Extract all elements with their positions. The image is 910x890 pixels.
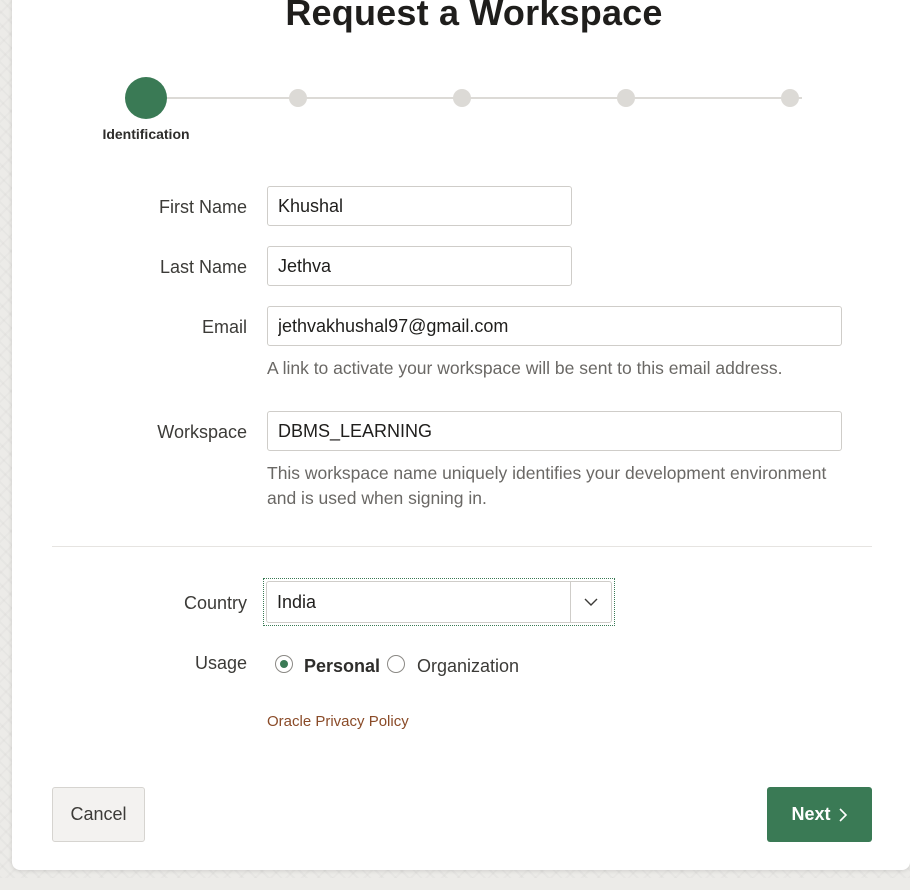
workspace-help-line-1: This workspace name uniquely identifies … [267, 463, 827, 483]
progress-step-4 [617, 89, 635, 107]
first-name-label: First Name [158, 197, 247, 217]
form-divider [52, 546, 872, 547]
usage-label: Usage [194, 653, 247, 673]
country-select-box[interactable]: India [266, 581, 612, 623]
first-name-input[interactable] [267, 186, 572, 226]
next-button-label: Next [791, 804, 831, 824]
last-name-input[interactable] [267, 246, 572, 286]
email-input[interactable] [267, 306, 842, 346]
workspace-help-line-2: and is used when signing in. [267, 488, 487, 508]
usage-organization-radio[interactable] [387, 655, 405, 673]
country-select[interactable]: India [263, 578, 615, 626]
progress-track [146, 97, 802, 99]
country-label: Country [183, 593, 247, 613]
email-help-text: A link to activate your workspace will b… [267, 358, 783, 378]
progress-step-3 [453, 89, 471, 107]
page-title: Request a Workspace [285, 0, 663, 33]
wizard-card: Request a Workspace Identification First… [12, 0, 910, 870]
usage-organization-label[interactable]: Organization [417, 656, 519, 677]
progress-step-2 [289, 89, 307, 107]
cancel-button[interactable]: Cancel [52, 787, 145, 842]
progress-step-5 [781, 89, 799, 107]
usage-personal-label[interactable]: Personal [304, 656, 380, 677]
privacy-policy-link[interactable]: Oracle Privacy Policy [267, 713, 409, 730]
workspace-input[interactable] [267, 411, 842, 451]
workspace-label: Workspace [157, 422, 247, 442]
last-name-label: Last Name [159, 257, 247, 277]
country-select-value: India [277, 592, 317, 612]
progress-step-1-active [125, 77, 167, 119]
chevron-right-icon [838, 807, 847, 822]
progress-step-label: Identification [102, 126, 190, 142]
usage-personal-radio[interactable] [275, 655, 293, 673]
email-label: Email [201, 317, 247, 337]
country-dropdown-button[interactable] [570, 582, 611, 622]
chevron-down-icon [584, 598, 598, 606]
next-button[interactable]: Next [767, 787, 872, 842]
workspace-help-text: This workspace name uniquely identifies … [267, 461, 857, 511]
